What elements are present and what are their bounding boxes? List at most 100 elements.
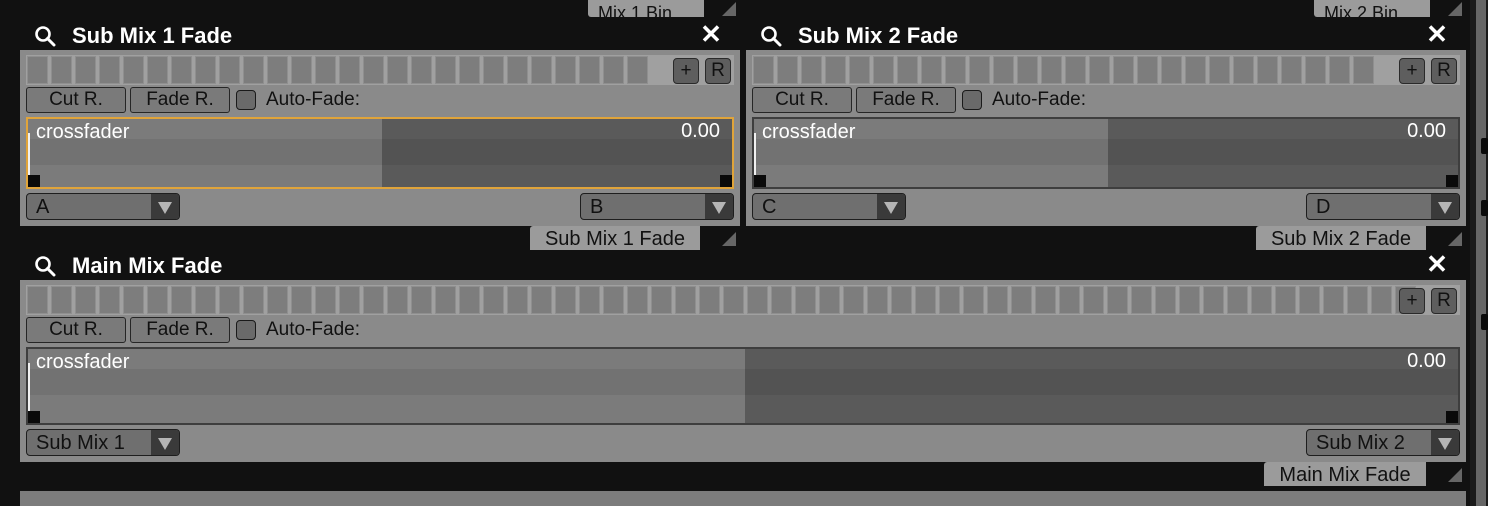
step-cell[interactable] [579, 286, 600, 314]
step-cell[interactable] [1323, 286, 1344, 314]
add-step-button[interactable]: + [1399, 288, 1425, 314]
step-cell[interactable] [1041, 56, 1062, 84]
step-cell[interactable] [531, 56, 552, 84]
step-cell[interactable] [291, 286, 312, 314]
step-cell[interactable] [819, 286, 840, 314]
step-cell[interactable] [387, 286, 408, 314]
step-cell[interactable] [1275, 286, 1296, 314]
step-cell[interactable] [243, 56, 264, 84]
step-cell[interactable] [363, 56, 384, 84]
step-cell[interactable] [219, 56, 240, 84]
step-cell[interactable] [1347, 286, 1368, 314]
step-cell[interactable] [339, 286, 360, 314]
step-cell[interactable] [1107, 286, 1128, 314]
resize-corner-icon[interactable] [1448, 468, 1462, 482]
fader-cursor[interactable] [28, 133, 30, 181]
step-cell[interactable] [1035, 286, 1056, 314]
add-step-button[interactable]: + [1399, 58, 1425, 84]
step-cell[interactable] [171, 286, 192, 314]
step-sequencer[interactable] [26, 55, 734, 85]
side-knob-1[interactable] [1481, 138, 1488, 154]
side-scroll-strip[interactable] [1470, 0, 1488, 506]
step-cell[interactable] [771, 286, 792, 314]
step-cell[interactable] [1083, 286, 1104, 314]
resize-corner-icon[interactable] [722, 2, 736, 16]
step-cell[interactable] [555, 286, 576, 314]
step-cell[interactable] [387, 56, 408, 84]
step-cell[interactable] [627, 56, 648, 84]
step-cell[interactable] [531, 286, 552, 314]
step-cell[interactable] [411, 56, 432, 84]
reset-button[interactable]: R [1431, 288, 1457, 314]
step-cell[interactable] [195, 286, 216, 314]
step-cell[interactable] [219, 286, 240, 314]
step-cell[interactable] [27, 286, 48, 314]
step-cell[interactable] [987, 286, 1008, 314]
step-cell[interactable] [507, 56, 528, 84]
resize-corner-icon[interactable] [1448, 2, 1462, 16]
add-step-button[interactable]: + [673, 58, 699, 84]
step-cell[interactable] [123, 286, 144, 314]
step-cell[interactable] [1233, 56, 1254, 84]
step-cell[interactable] [1179, 286, 1200, 314]
step-cell[interactable] [315, 286, 336, 314]
source-a-select[interactable]: C [752, 193, 906, 220]
close-icon[interactable]: ✕ [1424, 21, 1450, 47]
fade-r-button[interactable]: Fade R. [130, 87, 230, 113]
search-icon[interactable] [34, 255, 56, 277]
close-icon[interactable]: ✕ [1424, 251, 1450, 277]
step-cell[interactable] [1299, 286, 1320, 314]
crossfader-slider[interactable]: crossfader 0.00 [26, 347, 1460, 425]
step-cell[interactable] [51, 286, 72, 314]
step-cell[interactable] [435, 286, 456, 314]
cut-r-button[interactable]: Cut R. [26, 87, 126, 113]
step-cell[interactable] [1131, 286, 1152, 314]
main-mix-footer-tab[interactable]: Main Mix Fade [1264, 462, 1426, 486]
source-b-select[interactable]: B [580, 193, 734, 220]
resize-corner-icon[interactable] [722, 232, 736, 246]
side-knob-2[interactable] [1481, 200, 1488, 216]
step-cell[interactable] [267, 56, 288, 84]
step-cell[interactable] [1227, 286, 1248, 314]
step-cell[interactable] [1251, 286, 1272, 314]
step-cell[interactable] [1281, 56, 1302, 84]
crossfader-slider[interactable]: crossfader 0.00 [752, 117, 1460, 189]
step-cell[interactable] [483, 286, 504, 314]
step-cell[interactable] [171, 56, 192, 84]
step-cell[interactable] [339, 56, 360, 84]
auto-fade-checkbox[interactable] [236, 320, 256, 340]
step-cell[interactable] [411, 286, 432, 314]
step-cell[interactable] [1185, 56, 1206, 84]
step-sequencer[interactable] [26, 285, 1460, 315]
step-cell[interactable] [1305, 56, 1326, 84]
step-cell[interactable] [723, 286, 744, 314]
fade-r-button[interactable]: Fade R. [856, 87, 956, 113]
step-cell[interactable] [147, 56, 168, 84]
sub-mix-2-footer-tab[interactable]: Sub Mix 2 Fade [1256, 226, 1426, 250]
fader-cursor[interactable] [28, 363, 30, 417]
step-cell[interactable] [825, 56, 846, 84]
step-cell[interactable] [603, 56, 624, 84]
search-icon[interactable] [760, 25, 782, 47]
step-cell[interactable] [1059, 286, 1080, 314]
step-cell[interactable] [849, 56, 870, 84]
step-cell[interactable] [99, 286, 120, 314]
step-cell[interactable] [915, 286, 936, 314]
step-cell[interactable] [1209, 56, 1230, 84]
step-cell[interactable] [921, 56, 942, 84]
step-cell[interactable] [1257, 56, 1278, 84]
step-cell[interactable] [1113, 56, 1134, 84]
step-cell[interactable] [315, 56, 336, 84]
fader-cursor[interactable] [754, 133, 756, 181]
cut-r-button[interactable]: Cut R. [26, 317, 126, 343]
step-cell[interactable] [699, 286, 720, 314]
step-cell[interactable] [1353, 56, 1374, 84]
step-cell[interactable] [801, 56, 822, 84]
cut-r-button[interactable]: Cut R. [752, 87, 852, 113]
mix-2-bin-tab[interactable]: Mix 2 Bin [1314, 0, 1430, 17]
step-cell[interactable] [1371, 286, 1392, 314]
fade-r-button[interactable]: Fade R. [130, 317, 230, 343]
sub-mix-1-footer-tab[interactable]: Sub Mix 1 Fade [530, 226, 700, 250]
auto-fade-checkbox[interactable] [962, 90, 982, 110]
search-icon[interactable] [34, 25, 56, 47]
